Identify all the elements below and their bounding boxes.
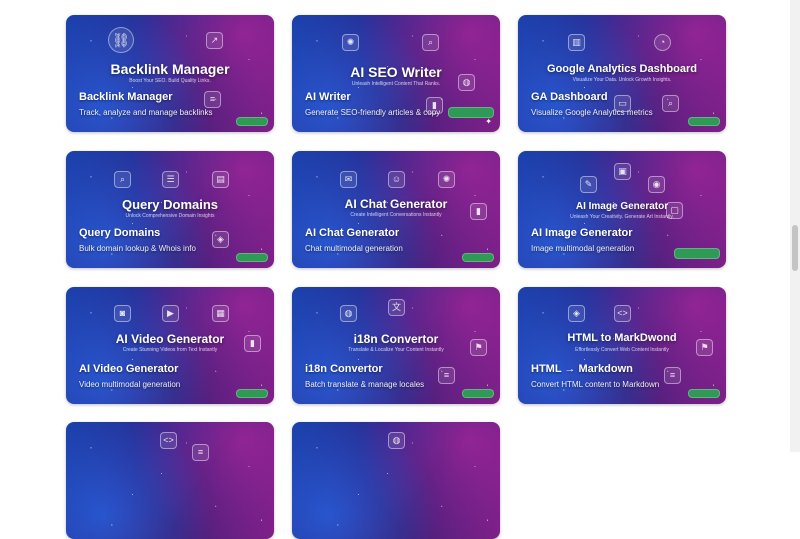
card-title: AI Writer	[305, 91, 351, 103]
card-title: AI Image Generator	[531, 227, 633, 239]
search-icon: ⌕	[662, 95, 679, 112]
hero-subtitle: Create Stunning Videos from Text Instant…	[122, 347, 218, 353]
hero-title: Google Analytics Dashboard	[547, 63, 697, 75]
card-description: Convert HTML content to Markdown	[531, 380, 660, 389]
card-title: Query Domains	[79, 227, 161, 239]
brush-icon: ✎	[580, 176, 597, 193]
hero-title: AI Chat Generator	[344, 197, 448, 211]
code-icon: <>	[160, 432, 177, 449]
hero-subtitle: Create Intelligent Conversations Instant…	[350, 212, 442, 218]
hero-title: AI SEO Writer	[350, 64, 442, 80]
card-ai-chat-generator[interactable]: ✉ ☺ ✺ ▮ AI Chat Generator Create Intelli…	[292, 151, 500, 268]
card-description: Bulk domain lookup & Whois info	[79, 244, 196, 253]
hero-title: Query Domains	[121, 197, 219, 212]
hero-title: i18n Convertor	[353, 332, 439, 346]
card-ga-dashboard[interactable]: ▥ ◔ ⌕ ▭ Google Analytics Dashboard Visua…	[518, 15, 726, 132]
chat-icon: ✉	[340, 171, 357, 188]
film-icon: ▦	[212, 305, 229, 322]
card-partial-2[interactable]: ◍	[292, 422, 500, 539]
card-title: i18n Convertor	[305, 363, 383, 375]
hero-subtitle: Unleash Your Creativity. Generate Art In…	[570, 214, 674, 220]
card-description: Track, analyze and manage backlinks	[79, 108, 213, 117]
card-description: Visualize Google Analytics metrics	[531, 108, 653, 117]
card-description: Batch translate & manage locales	[305, 380, 425, 389]
card-ai-seo-writer[interactable]: ✺ ⌕ ◍ ▮ AI SEO Writer Unleash Intelligen…	[292, 15, 500, 132]
brain-icon: ✺	[438, 171, 455, 188]
card-description: Generate SEO-friendly articles & copy	[305, 108, 441, 117]
open-tool-button[interactable]	[462, 253, 494, 262]
open-tool-button[interactable]	[236, 117, 268, 126]
scrollbar-thumb[interactable]	[792, 225, 798, 271]
globe-icon: ◍	[388, 432, 405, 449]
card-description: Image multimodal generation	[531, 244, 635, 253]
card-title: Backlink Manager	[79, 91, 173, 103]
open-tool-button[interactable]	[688, 389, 720, 398]
card-title: HTML → Markdown	[531, 363, 633, 375]
image-icon: ▣	[614, 163, 631, 180]
camera-icon: ◙	[114, 305, 131, 322]
open-tool-button[interactable]	[462, 389, 494, 398]
hero-title: AI Image Generator	[575, 201, 669, 212]
hero-title: HTML to MarkDwond	[567, 332, 677, 344]
palette-icon: ◉	[648, 176, 665, 193]
card-ai-image-generator[interactable]: ✎ ▣ ◉ ▢ AI Image Generator Unleash Your …	[518, 151, 726, 268]
code-icon: <>	[614, 305, 631, 322]
bar-chart-icon: ▥	[568, 34, 585, 51]
document-icon: ≡	[204, 91, 221, 108]
hero-subtitle: Visualize Your Data. Unlock Growth Insig…	[572, 77, 672, 83]
hero-title: Backlink Manager	[110, 61, 230, 77]
hero-subtitle: Effortlessly Convert Web Content Instant…	[575, 347, 669, 353]
pie-chart-icon: ◔	[654, 34, 671, 51]
card-title: GA Dashboard	[531, 91, 608, 103]
trend-chart-icon: ↗	[206, 32, 223, 49]
search-icon: ⌕	[114, 171, 131, 188]
hero-subtitle: Unleash Intelligent Content That Ranks.	[351, 81, 441, 87]
card-title: AI Chat Generator	[305, 227, 400, 239]
globe-icon: ◍	[340, 305, 357, 322]
card-backlink-manager[interactable]: ⛓ ↗ ≡ Backlink Manager Boost Your SEO. B…	[66, 15, 274, 132]
brain-icon: ✺	[342, 34, 359, 51]
open-tool-button[interactable]	[236, 253, 268, 262]
card-query-domains[interactable]: ⌕ ☰ ▤ ◈ Query Domains Unlock Comprehensi…	[66, 151, 274, 268]
hero-subtitle: Unlock Comprehensive Domain Insights	[125, 213, 215, 219]
document-icon: ≡	[664, 367, 681, 384]
open-tool-button[interactable]	[674, 248, 720, 259]
clapper-icon: ▶	[162, 305, 179, 322]
hero-title: AI Video Generator	[115, 332, 225, 346]
search-doc-icon: ⌕	[422, 34, 439, 51]
list-icon: ☰	[162, 171, 179, 188]
tool-card-grid: ⛓ ↗ ≡ Backlink Manager Boost Your SEO. B…	[0, 0, 800, 539]
open-tool-button[interactable]	[236, 389, 268, 398]
link-icon: ⛓	[108, 27, 134, 53]
translate-icon: 文	[388, 299, 405, 316]
open-tool-button[interactable]	[688, 117, 720, 126]
robot-icon: ☺	[388, 171, 405, 188]
shield-icon: ◈	[568, 305, 585, 322]
server-icon: ▤	[212, 171, 229, 188]
card-partial-1[interactable]: <> ≡	[66, 422, 274, 539]
card-html-to-markdown[interactable]: ◈ <> ⚑ ≡ HTML to MarkDwond Effortlessly …	[518, 287, 726, 404]
hero-subtitle: Boost Your SEO. Build Quality Links.	[129, 78, 211, 84]
card-title: AI Video Generator	[79, 363, 179, 375]
card-description: Video multimodal generation	[79, 380, 181, 389]
card-i18n-convertor[interactable]: ◍ 文 ⚑ ≡ i18n Convertor Translate & Local…	[292, 287, 500, 404]
shield-icon: ◈	[212, 231, 229, 248]
document-icon: ≡	[438, 367, 455, 384]
card-ai-video-generator[interactable]: ◙ ▶ ▦ ▮ AI Video Generator Create Stunni…	[66, 287, 274, 404]
document-icon: ≡	[192, 444, 209, 461]
sparkle-icon: ✦	[485, 117, 492, 126]
hero-subtitle: Translate & Localize Your Content Instan…	[348, 347, 444, 353]
page-scrollbar[interactable]	[790, 0, 800, 452]
card-description: Chat multimodal generation	[305, 244, 403, 253]
